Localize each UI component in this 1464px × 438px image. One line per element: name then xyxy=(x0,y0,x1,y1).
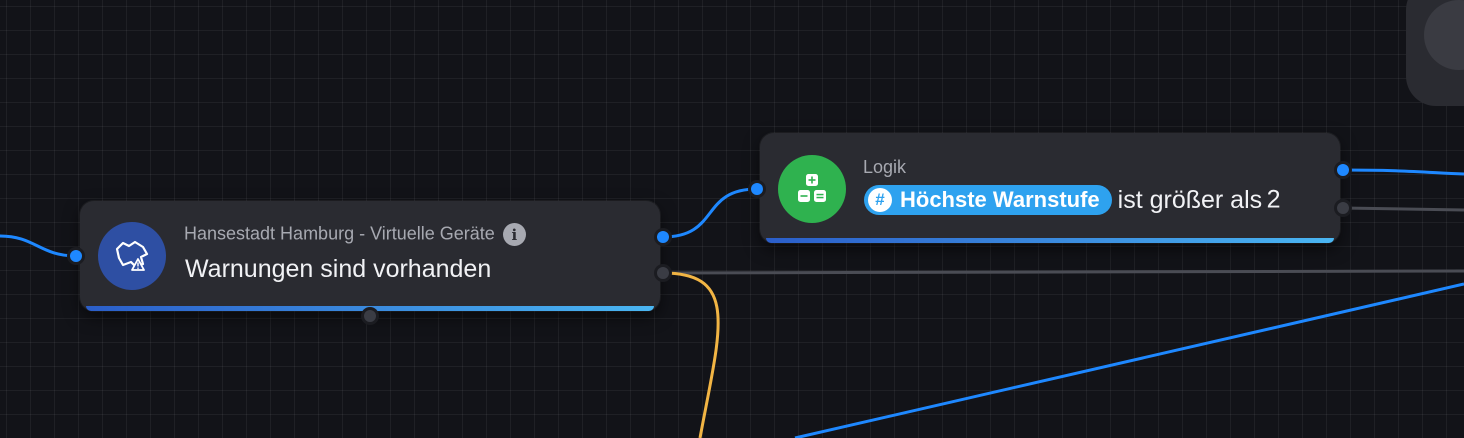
variable-chip-label: Höchste Warnstufe xyxy=(900,187,1100,212)
device-bottom-port[interactable] xyxy=(364,310,376,322)
hamburg-map-warning-icon xyxy=(98,222,166,290)
logic-node-card[interactable]: Logik # Höchste Warnstufe ist größer als 2 xyxy=(760,133,1340,243)
comparison-value: 2 xyxy=(1266,185,1281,214)
wire-in-device xyxy=(0,234,77,258)
wire-logic-out-gray xyxy=(1342,206,1464,212)
logic-output-port-true[interactable] xyxy=(1337,164,1349,176)
device-source-text: Hansestadt Hamburg - Virtuelle Geräte xyxy=(184,223,495,244)
device-input-port[interactable] xyxy=(70,250,82,262)
logic-condition: # Höchste Warnstufe ist größer als 2 xyxy=(864,185,1281,215)
logic-node-accent-bar xyxy=(766,238,1334,243)
wire-device-to-logic xyxy=(662,187,758,239)
logic-output-port-false[interactable] xyxy=(1337,202,1349,214)
device-node-card[interactable]: Hansestadt Hamburg - Virtuelle Geräte i W… xyxy=(80,201,660,311)
wire-device-gray xyxy=(662,269,1464,275)
wire-device-yellow xyxy=(662,271,720,438)
wire-logic-out-blue xyxy=(1342,168,1464,176)
hash-icon: # xyxy=(868,188,892,212)
logic-input-port[interactable] xyxy=(751,183,763,195)
logic-operators-icon xyxy=(778,155,846,223)
device-node-title: Warnungen sind vorhanden xyxy=(185,255,492,283)
wire-long-diagonal xyxy=(794,282,1464,438)
comparison-text: ist größer als xyxy=(1117,185,1263,214)
device-output-port-false[interactable] xyxy=(657,267,669,279)
info-icon[interactable]: i xyxy=(502,223,526,246)
variable-chip[interactable]: # Höchste Warnstufe xyxy=(864,185,1112,215)
device-output-port-true[interactable] xyxy=(657,231,669,243)
device-source-label: Hansestadt Hamburg - Virtuelle Geräte i xyxy=(184,223,526,246)
logic-category-label: Logik xyxy=(863,157,907,177)
